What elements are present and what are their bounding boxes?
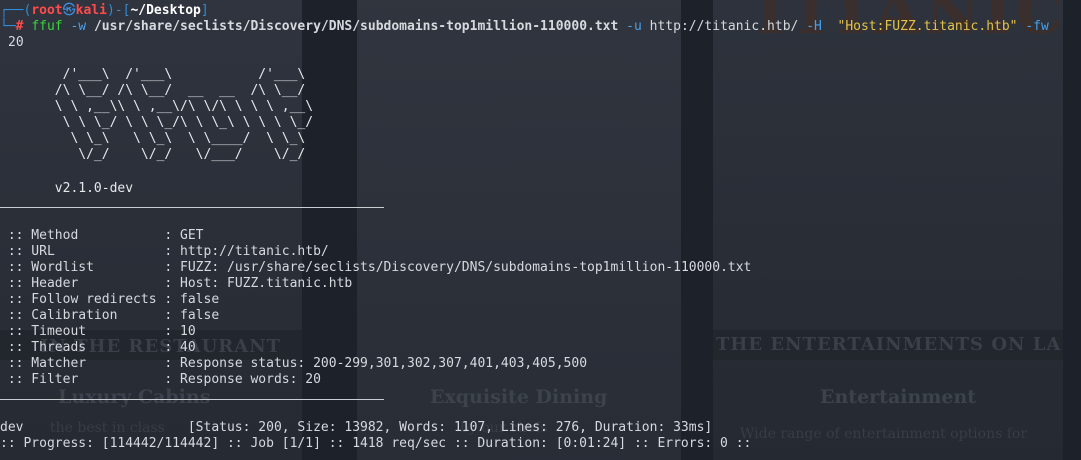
banner-art-line: \ \_\ \ \_\ \ \____/ \ \_\ xyxy=(0,131,361,146)
config-row: :: Timeout : 10 xyxy=(0,324,196,340)
command-header: "Host:FUZZ.titanic.htb" xyxy=(837,19,1018,34)
config-row: :: URL : http://titanic.htb/ xyxy=(0,244,329,260)
config-value: false xyxy=(180,292,220,307)
config-sep: : xyxy=(164,308,181,323)
config-row: :: Wordlist : FUZZ: /usr/share/seclists/… xyxy=(0,260,752,276)
terminal-window[interactable]: TITANIC IN THE RESTAURANT THE ENTERTAINM… xyxy=(0,0,1081,460)
config-key: :: Matcher xyxy=(0,356,165,371)
prompt-hash: # xyxy=(15,19,24,34)
config-key: :: Calibration xyxy=(0,308,165,323)
divider-bottom xyxy=(0,399,384,400)
skull-icon: ㉿ xyxy=(62,3,76,18)
config-value: FUZZ: /usr/share/seclists/Discovery/DNS/… xyxy=(180,260,752,275)
config-value: 40 xyxy=(180,340,196,355)
banner-art-line: \/_/ \/_/ \/___/ \/_/ xyxy=(0,147,361,162)
config-value: Response words: 20 xyxy=(180,372,321,387)
config-value: Host: FUZZ.titanic.htb xyxy=(180,276,353,291)
prompt-open: ┌──( xyxy=(0,3,32,18)
prompt-user: root xyxy=(31,3,63,18)
prompt-directory: ~/Desktop xyxy=(130,3,201,18)
prompt-close: ] xyxy=(200,3,209,18)
config-key: :: Wordlist xyxy=(0,260,165,275)
background-heading-cabins: Luxury Cabins xyxy=(58,386,211,408)
command-program: ffuf xyxy=(31,19,63,34)
config-row: :: Threads : 40 xyxy=(0,340,196,356)
config-key: :: Header xyxy=(0,276,165,291)
progress-line: :: Progress: [114442/114442] :: Job [1/1… xyxy=(0,436,752,451)
prompt-line: ┌──(root㉿kali)-[~/Desktop] xyxy=(0,3,209,19)
background-heading-entertainment: Entertainment xyxy=(820,386,977,408)
config-row: :: Calibration : false xyxy=(0,308,219,324)
config-value: false xyxy=(180,308,220,323)
prompt-host: kali xyxy=(75,3,107,18)
result-row: dev [Status: 200, Size: 13982, Words: 11… xyxy=(0,420,712,436)
background-strip-right-text: THE ENTERTAINMENTS ON LA xyxy=(716,334,1062,355)
result-word: dev xyxy=(0,420,24,435)
prompt-corner: └─ xyxy=(0,19,16,34)
config-row: :: Filter : Response words: 20 xyxy=(0,372,321,388)
command-wordlist: /usr/share/seclists/Discovery/DNS/subdom… xyxy=(93,19,619,34)
command-flag-w: -w xyxy=(70,19,87,34)
banner-art-line: /'___\ /'___\ /'___\ xyxy=(0,67,361,82)
command-flag-h: -H xyxy=(806,19,822,34)
banner-art-line: \ \ ,__\\ \ ,__\/\ \/\ \ \ \ ,__\ xyxy=(0,99,361,114)
config-sep: : xyxy=(164,260,181,275)
config-value: GET xyxy=(180,228,204,243)
config-sep: : xyxy=(164,340,181,355)
config-key: :: Filter xyxy=(0,372,165,387)
config-key: :: Method xyxy=(0,228,165,243)
result-status: [Status: 200, Size: 13982, Words: 1107, … xyxy=(23,420,713,435)
divider-top xyxy=(0,207,384,208)
command-url: http://titanic.htb/ xyxy=(649,19,799,34)
config-row: :: Method : GET xyxy=(0,228,204,244)
config-value: 10 xyxy=(180,324,196,339)
config-key: :: URL xyxy=(0,244,165,259)
config-sep: : xyxy=(164,228,181,243)
config-value: http://titanic.htb/ xyxy=(180,244,329,259)
config-sep: : xyxy=(164,324,181,339)
background-body-entertainment: Wide range of entertainment options for xyxy=(740,426,1028,442)
prompt-separator: )-[ xyxy=(106,3,131,18)
command-flag-u: -u xyxy=(626,19,642,34)
config-row: :: Header : Host: FUZZ.titanic.htb xyxy=(0,276,352,292)
config-row: :: Matcher : Response status: 200-299,30… xyxy=(0,356,587,372)
config-key: :: Follow redirects xyxy=(0,292,165,307)
config-row: :: Follow redirects : false xyxy=(0,292,219,308)
config-sep: : xyxy=(164,292,181,307)
config-sep: : xyxy=(164,356,181,371)
banner-art-line: /\ \__/ /\ \__/ __ __ /\ \__/ xyxy=(0,83,361,98)
config-sep: : xyxy=(164,276,181,291)
config-value: Response status: 200-299,301,302,307,401… xyxy=(180,356,588,371)
banner-art-line: \ \ \_/ \ \ \_/\ \ \_\ \ \ \ \_/ xyxy=(0,115,361,130)
config-key: :: Timeout xyxy=(0,324,165,339)
command-line[interactable]: └─# ffuf -w /usr/share/seclists/Discover… xyxy=(0,19,1049,35)
config-sep: : xyxy=(164,372,181,387)
background-heading-dining: Exquisite Dining xyxy=(430,386,608,408)
config-sep: : xyxy=(164,244,181,259)
config-key: :: Threads xyxy=(0,340,165,355)
command-fw-value: 20 xyxy=(8,35,24,50)
command-flag-fw: -fw xyxy=(1025,19,1049,34)
banner-version: v2.1.0-dev xyxy=(0,181,134,196)
